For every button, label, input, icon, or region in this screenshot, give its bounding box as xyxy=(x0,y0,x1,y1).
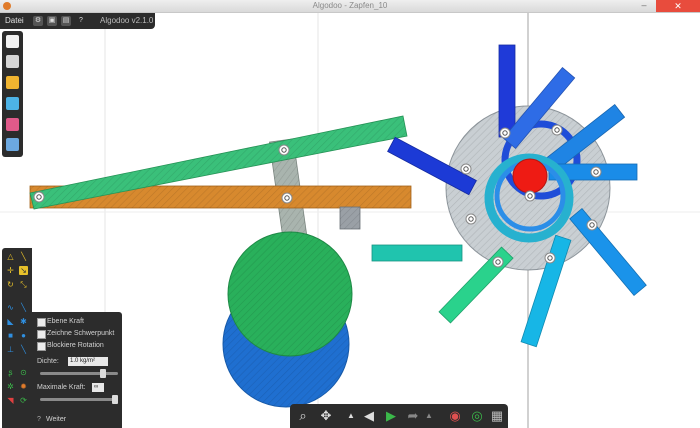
hinge-pin[interactable] xyxy=(278,144,290,156)
window-icon[interactable]: ▣ xyxy=(47,16,57,26)
air-friction-icon[interactable]: ◎ xyxy=(468,406,486,426)
box-tool-icon[interactable]: ■ xyxy=(6,331,15,340)
save-scene-icon[interactable] xyxy=(6,55,19,68)
rotate-tool-icon[interactable]: ↻ xyxy=(6,280,15,289)
option-label: Ebene Kraft xyxy=(47,318,84,325)
grid-toggle-icon[interactable]: ▦ xyxy=(488,406,506,426)
green-ball[interactable] xyxy=(228,232,352,356)
window-title: Algodoo - Zapfen_10 xyxy=(312,1,388,10)
checkbox-ebene-kraft[interactable] xyxy=(37,318,46,327)
redo-dropdown-icon[interactable]: ▲ xyxy=(424,406,434,426)
hinge-pin[interactable] xyxy=(590,166,602,178)
plane-tool-icon[interactable]: ◣ xyxy=(6,317,15,326)
spring-tool-icon[interactable]: ʂ xyxy=(6,368,15,377)
density-label: Dichte: xyxy=(37,358,59,365)
file-toolbar xyxy=(2,31,23,157)
minimize-button[interactable]: – xyxy=(634,0,654,12)
max-force-label: Maximale Kraft: xyxy=(37,384,86,391)
red-center-ball[interactable] xyxy=(512,158,548,194)
screenshot-icon[interactable]: ▤ xyxy=(61,16,71,26)
zoom-icon[interactable]: ⌕ xyxy=(294,406,312,426)
hinge-pin[interactable] xyxy=(460,163,472,175)
density-slider[interactable] xyxy=(40,369,118,378)
hinge-pin[interactable] xyxy=(544,252,556,264)
hinge-pin[interactable] xyxy=(524,190,536,202)
checkbox-zeichne-schwerpunkt[interactable] xyxy=(37,330,46,339)
hinge-pin[interactable] xyxy=(465,213,477,225)
brush-tool-icon[interactable]: ╲ xyxy=(19,252,28,261)
hinge-pin[interactable] xyxy=(586,219,598,231)
properties-panel: Ebene Kraft Zeichne Schwerpunkt Blockier… xyxy=(32,312,122,428)
hinge-pin[interactable] xyxy=(551,124,563,136)
hinge-pin[interactable] xyxy=(281,192,293,204)
undo-icon[interactable]: ◀ xyxy=(360,406,378,426)
screenshot-icon[interactable] xyxy=(6,118,19,131)
max-force-slider-knob[interactable] xyxy=(112,395,118,404)
hinge-tool-icon[interactable]: ✲ xyxy=(6,382,15,391)
scale-tool-icon[interactable]: ⤡ xyxy=(19,280,28,289)
more-help-icon[interactable]: ? xyxy=(37,416,41,423)
density-field[interactable]: 1.0 kg/m² xyxy=(68,357,108,366)
fixate-tool-icon[interactable]: ⊙ xyxy=(19,368,28,377)
browse-scenes-icon[interactable] xyxy=(6,97,19,110)
small-gray-box[interactable] xyxy=(340,207,360,229)
settings-icon[interactable]: ⚙ xyxy=(33,16,43,26)
max-force-slider[interactable] xyxy=(40,395,118,404)
version-label: Algodoo v2.1.0 xyxy=(100,16,154,25)
undo-dropdown-icon[interactable]: ▲ xyxy=(346,406,356,426)
circle-tool-icon[interactable]: ● xyxy=(19,331,28,340)
recent-scene-icon[interactable] xyxy=(6,138,19,151)
title-bar: Algodoo - Zapfen_10 – ✕ xyxy=(0,0,700,13)
gear-tool-icon[interactable]: ✱ xyxy=(19,317,28,326)
close-button[interactable]: ✕ xyxy=(656,0,700,12)
tracer-tool-icon[interactable]: ⟳ xyxy=(19,396,28,405)
more-button[interactable]: Weiter xyxy=(46,416,66,423)
sketch-tool-icon[interactable]: ╲ xyxy=(19,303,28,312)
pan-icon[interactable]: ✥ xyxy=(316,406,336,426)
polygon-tool-icon[interactable]: △ xyxy=(6,252,15,261)
rope-tool-icon[interactable]: ∿ xyxy=(6,303,15,312)
simulation-toolbar: ⌕ ✥ ▲ ◀ ▶ ➦ ▲ ◉ ◎ ▦ xyxy=(290,404,508,428)
gravity-toggle-icon[interactable]: ◉ xyxy=(446,406,464,426)
option-label: Blockiere Rotation xyxy=(47,342,104,349)
new-scene-icon[interactable] xyxy=(6,35,19,48)
move-tool-icon[interactable]: ✛ xyxy=(6,266,15,275)
hinge-pin[interactable] xyxy=(33,191,45,203)
drag-tool-icon[interactable]: ↘ xyxy=(19,266,28,275)
thruster-tool-icon[interactable]: ✹ xyxy=(19,382,28,391)
ground-tool-icon[interactable]: ⊥ xyxy=(6,345,15,354)
open-folder-icon[interactable] xyxy=(6,76,19,89)
top-menu-bar: Datei ⚙ ▣ ▤ ? Algodoo v2.1.0 xyxy=(0,13,155,29)
density-slider-knob[interactable] xyxy=(100,369,107,378)
tool-palette: △ ╲ ✛ ↘ ↻ ⤡ ∿ ╲ ◣ ✱ ■ ● ⊥ ╲ ʂ ⊙ ✲ ✹ ◥ ⟳ xyxy=(2,248,32,428)
hinge-pin[interactable] xyxy=(492,256,504,268)
max-force-field[interactable]: ∞ xyxy=(92,383,104,392)
file-menu[interactable]: Datei xyxy=(5,13,24,29)
chain-tool-icon[interactable]: ╲ xyxy=(19,345,28,354)
hinge-pin[interactable] xyxy=(499,127,511,139)
help-button[interactable]: ? xyxy=(76,16,86,26)
option-label: Zeichne Schwerpunkt xyxy=(47,330,115,337)
checkbox-blockiere-rotation[interactable] xyxy=(37,342,46,351)
play-button[interactable]: ▶ xyxy=(382,406,400,426)
redo-icon[interactable]: ➦ xyxy=(404,406,422,426)
laser-tool-icon[interactable]: ◥ xyxy=(6,396,15,405)
